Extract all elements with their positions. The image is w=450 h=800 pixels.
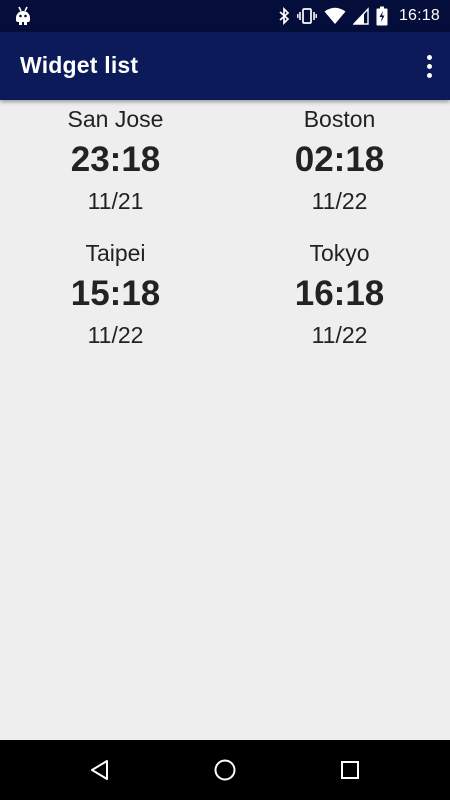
clock-city: Tokyo: [309, 240, 370, 266]
battery-charging-icon: [376, 6, 388, 26]
clock-time: 16:18: [294, 274, 385, 313]
clock-widget-san-jose[interactable]: San Jose 23:18 11/21: [0, 104, 225, 238]
clock-widget-boston[interactable]: Boston 02:18 11/22: [225, 104, 450, 238]
navigation-bar: [0, 740, 450, 800]
cell-signal-icon: [352, 7, 369, 25]
clock-date: 11/21: [87, 188, 144, 214]
clock-city: Boston: [303, 106, 376, 132]
bluetooth-icon: [278, 7, 290, 25]
app-bar: Widget list: [0, 32, 450, 100]
android-debug-icon: [14, 6, 34, 26]
clock-time: 15:18: [70, 274, 161, 313]
clock-time: 23:18: [70, 140, 161, 179]
wifi-icon: [324, 7, 346, 25]
app-title: Widget list: [20, 52, 139, 78]
recents-icon[interactable]: [336, 756, 364, 784]
clock-time: 02:18: [294, 140, 385, 179]
home-icon[interactable]: [211, 756, 239, 784]
overflow-menu-icon[interactable]: [422, 50, 436, 82]
status-time: 16:18: [398, 7, 440, 24]
clock-city: San Jose: [67, 106, 164, 132]
clock-date: 11/22: [311, 322, 368, 348]
clock-widget-taipei[interactable]: Taipei 15:18 11/22: [0, 238, 225, 372]
widget-list: San Jose 23:18 11/21 Boston 02:18 11/22 …: [0, 100, 450, 740]
clock-date: 11/22: [311, 188, 368, 214]
vibrate-icon: [297, 7, 317, 25]
clock-city: Taipei: [85, 240, 146, 266]
back-icon[interactable]: [86, 756, 114, 784]
clock-date: 11/22: [87, 322, 144, 348]
status-bar: 16:18: [0, 0, 450, 32]
clock-widget-tokyo[interactable]: Tokyo 16:18 11/22: [225, 238, 450, 372]
